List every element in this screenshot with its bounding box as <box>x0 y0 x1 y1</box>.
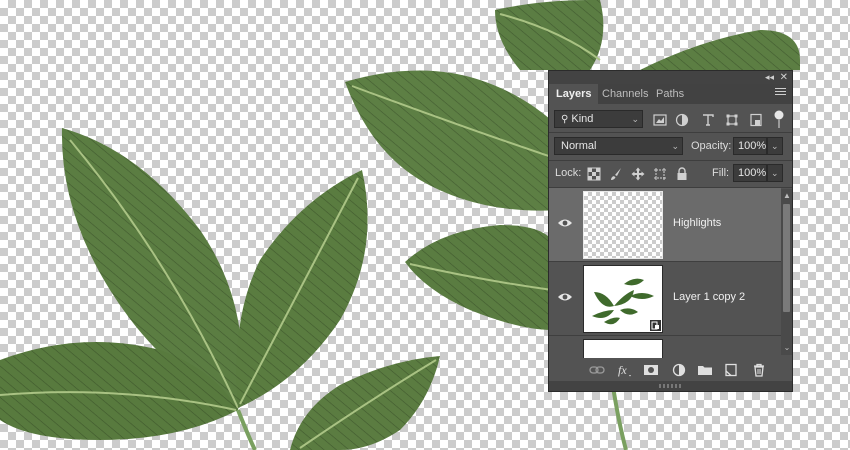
lock-image-pixels-icon[interactable] <box>609 167 623 181</box>
fill-label: Fill: <box>712 167 730 179</box>
layer-name[interactable]: Layer 1 copy 2 <box>673 291 745 303</box>
layers-bottom-toolbar: fx <box>549 359 792 381</box>
leaf-bottom-center <box>290 356 440 450</box>
eye-icon[interactable] <box>557 290 573 304</box>
scroll-down-icon[interactable]: ⌄ <box>782 343 792 352</box>
filter-row: ⚲ Kind ⌄ <box>549 109 792 131</box>
panel-tabs: Layers Channels Paths <box>549 84 792 104</box>
leaf-center <box>236 170 368 408</box>
search-icon: ⚲ <box>561 114 569 125</box>
leaf-top <box>495 0 604 70</box>
smart-object-filter-icon[interactable] <box>749 113 763 127</box>
chevron-down-icon: ⌄ <box>631 114 639 124</box>
separator <box>549 160 792 161</box>
layer-thumbnail-leaves <box>583 265 663 333</box>
layer-thumbnail-partial <box>583 339 663 358</box>
svg-text:fx: fx <box>618 363 627 377</box>
folder-icon[interactable] <box>697 363 713 377</box>
layer-name[interactable]: Highlights <box>673 217 721 229</box>
blend-row: Normal ⌄ Opacity: 100% ⌄ <box>549 136 792 158</box>
lock-row: Lock: Fill: 100% ⌄ <box>549 163 792 185</box>
chevron-down-icon: ⌄ <box>771 168 779 178</box>
lock-position-icon[interactable] <box>631 167 645 181</box>
tab-layers[interactable]: Layers <box>549 84 599 104</box>
lock-transparent-pixels-icon[interactable] <box>587 167 601 181</box>
opacity-dropdown[interactable]: ⌄ <box>767 137 783 155</box>
layer-thumbnail-empty <box>583 191 663 259</box>
lock-all-icon[interactable] <box>675 167 689 181</box>
separator <box>549 132 792 133</box>
eye-icon[interactable] <box>557 216 573 230</box>
close-icon[interactable]: ✕ <box>780 71 788 84</box>
panel-menu-icon[interactable] <box>775 88 786 99</box>
blend-mode-select[interactable]: Normal ⌄ <box>554 137 683 155</box>
opacity-input[interactable]: 100% <box>733 137 767 155</box>
resize-grip-icon[interactable] <box>659 384 683 388</box>
leaf-top-far-right <box>640 30 800 70</box>
mask-icon[interactable] <box>643 363 659 377</box>
panel-resize-footer[interactable] <box>549 381 792 391</box>
layer-row-highlights[interactable]: Highlights <box>549 188 781 262</box>
type-filter-icon[interactable] <box>701 113 715 127</box>
layers-panel: ◂◂ ✕ Layers Channels Paths ⚲ Kind ⌄ Norm… <box>548 70 793 392</box>
trash-icon[interactable] <box>751 363 767 377</box>
chevron-down-icon: ⌄ <box>771 141 779 151</box>
new-layer-icon[interactable] <box>723 363 739 377</box>
layer-row-partial[interactable] <box>549 336 781 358</box>
scroll-up-icon[interactable]: ▲ <box>782 191 792 200</box>
tab-paths[interactable]: Paths <box>649 84 691 104</box>
adjustment-icon[interactable] <box>671 363 687 377</box>
shape-filter-icon[interactable] <box>725 113 739 127</box>
panel-title-strip[interactable]: ◂◂ ✕ <box>549 71 792 84</box>
layer-row-layer-1-copy-2[interactable]: Layer 1 copy 2 <box>549 262 781 336</box>
filter-toggle-icon[interactable] <box>773 110 785 130</box>
leaf-middle-right <box>405 225 553 330</box>
lock-artboard-icon[interactable] <box>653 167 667 181</box>
chevron-down-icon: ⌄ <box>671 141 679 151</box>
layers-scrollbar-thumb[interactable] <box>783 204 790 312</box>
filter-kind-label: Kind <box>571 113 594 125</box>
pixel-filter-icon[interactable] <box>653 113 667 127</box>
smart-object-badge-icon <box>650 320 661 331</box>
tab-channels[interactable]: Channels <box>595 84 655 104</box>
collapse-icon[interactable]: ◂◂ <box>765 71 774 84</box>
fx-icon[interactable]: fx <box>617 363 633 377</box>
adjustment-filter-icon[interactable] <box>675 113 689 127</box>
leaf-stem <box>236 409 257 450</box>
link-icon[interactable] <box>589 363 605 377</box>
opacity-label: Opacity: <box>691 140 732 152</box>
lock-label: Lock: <box>555 167 582 179</box>
fill-dropdown[interactable]: ⌄ <box>767 164 783 182</box>
layers-list: Highlights Layer 1 copy 2 <box>549 188 781 358</box>
filter-kind-select[interactable]: ⚲ Kind ⌄ <box>554 110 643 128</box>
blend-mode-value: Normal <box>561 140 597 152</box>
fill-input[interactable]: 100% <box>733 164 767 182</box>
